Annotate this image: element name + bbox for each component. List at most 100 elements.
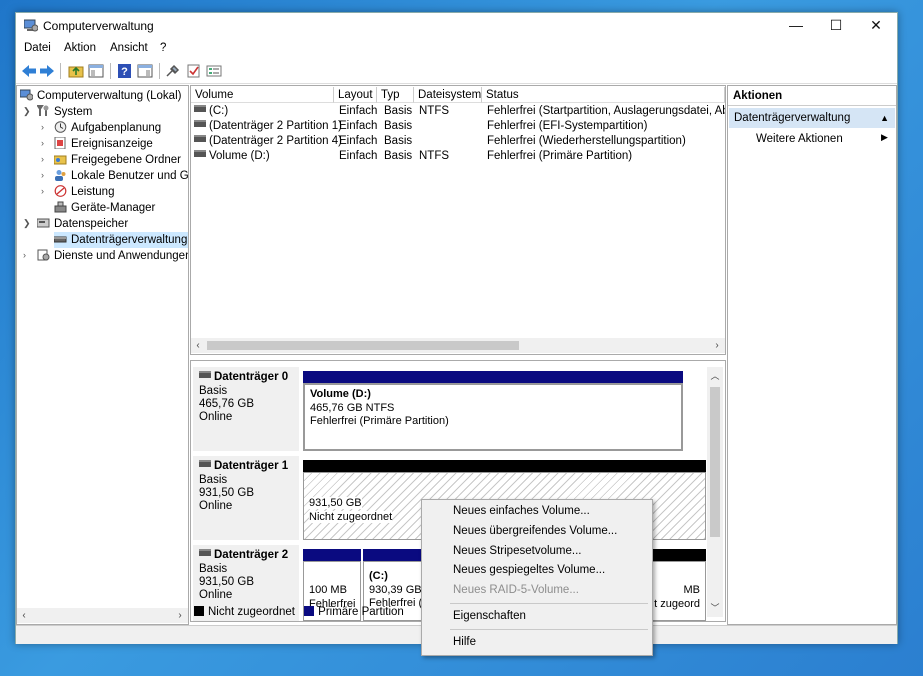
menu-datei[interactable]: Datei: [24, 42, 51, 54]
up-folder-icon[interactable]: [68, 64, 84, 78]
tree-item-ereignisanzeige[interactable]: Ereignisanzeige: [54, 136, 153, 152]
volume-icon: [194, 105, 206, 112]
toolbar-separator: [110, 63, 111, 79]
help-icon[interactable]: ?: [117, 64, 133, 78]
column-header-dateisystem[interactable]: Dateisystem: [414, 87, 482, 103]
scroll-right-arrow-icon[interactable]: ›: [173, 608, 187, 623]
tree-item-datentraegerverwaltung[interactable]: Datenträgerverwaltung: [54, 232, 188, 248]
submenu-triangle-icon: ▶: [881, 132, 888, 142]
forward-arrow-icon[interactable]: [39, 64, 55, 78]
primary-partition-band: [363, 549, 423, 561]
tree-item-geraete-manager[interactable]: Geräte-Manager: [54, 200, 155, 216]
menu-item-new-mirrored-volume[interactable]: Neues gespiegeltes Volume...: [453, 562, 605, 578]
menu-separator: [450, 629, 648, 630]
tree-item-system[interactable]: System: [37, 104, 92, 120]
column-header-layout[interactable]: Layout: [334, 87, 377, 103]
scroll-left-arrow-icon[interactable]: ‹: [17, 608, 31, 623]
expand-chevron-icon[interactable]: ›: [23, 250, 26, 260]
column-header-status[interactable]: Status: [482, 87, 725, 103]
expand-chevron-icon[interactable]: ›: [41, 122, 44, 132]
expand-chevron-icon[interactable]: ›: [41, 170, 44, 180]
action-weitere-aktionen[interactable]: Weitere Aktionen: [756, 131, 843, 147]
svg-text:?: ?: [121, 66, 128, 78]
scroll-right-arrow-icon[interactable]: ›: [710, 338, 724, 353]
menu-bar: Datei Aktion Ansicht ?: [16, 41, 897, 59]
expand-chevron-icon[interactable]: ›: [41, 186, 44, 196]
legend-primary-swatch: [304, 606, 315, 616]
tree-label: Datenspeicher: [54, 218, 129, 230]
tree-label: Dienste und Anwendungen: [54, 250, 189, 262]
minimize-button[interactable]: —: [776, 13, 816, 39]
disk-icon: [199, 549, 211, 556]
legend-unallocated-swatch: [194, 606, 204, 616]
tree-horizontal-scrollbar[interactable]: ‹ ›: [17, 608, 188, 623]
show-hide-tree-icon[interactable]: [88, 64, 104, 78]
disk-management-icon: [54, 236, 67, 243]
menu-help[interactable]: ?: [160, 42, 166, 54]
menu-item-new-simple-volume[interactable]: Neues einfaches Volume...: [453, 503, 590, 519]
disk-icon: [199, 371, 211, 378]
menu-item-new-spanned-volume[interactable]: Neues übergreifendes Volume...: [453, 523, 617, 539]
actions-section-datentraegerverwaltung[interactable]: Datenträgerverwaltung ▲: [729, 108, 895, 128]
table-row[interactable]: (Datenträger 2 Partition 1) Einfach Basi…: [194, 119, 724, 134]
menu-item-new-striped-volume[interactable]: Neues Stripesetvolume...: [453, 543, 581, 559]
tree-item-dienste[interactable]: Dienste und Anwendungen: [37, 248, 189, 264]
tree-item-benutzer[interactable]: Lokale Benutzer und Gr: [54, 168, 189, 184]
menu-ansicht[interactable]: Ansicht: [110, 42, 148, 54]
tree-label: Ereignisanzeige: [71, 138, 153, 150]
computer-management-icon: [20, 89, 33, 101]
partition-volume-d[interactable]: Volume (D:) 465,76 GB NTFS Fehlerfrei (P…: [303, 383, 683, 451]
tree-label: Freigegebene Ordner: [71, 154, 181, 166]
scroll-thumb[interactable]: [710, 387, 720, 537]
expand-chevron-icon[interactable]: ›: [41, 154, 44, 164]
partition-disk2-tail[interactable]: MB t zugeord: [646, 561, 706, 621]
collapse-chevron-icon[interactable]: ❯: [23, 106, 31, 117]
list-view-icon[interactable]: [206, 64, 222, 78]
disk-1-label[interactable]: Datenträger 1 Basis 931,50 GB Online: [193, 456, 299, 540]
console-tree: Computerverwaltung (Lokal) ❯ System › Au…: [16, 85, 189, 625]
disk-view-vertical-scrollbar[interactable]: ︿ ﹀: [707, 367, 723, 617]
toolbar-separator: [60, 63, 61, 79]
properties-window-icon[interactable]: [137, 64, 153, 78]
volume-list-horizontal-scrollbar[interactable]: ‹ ›: [191, 338, 725, 353]
table-row[interactable]: (C:) Einfach Basis NTFS Fehlerfrei (Star…: [194, 104, 725, 119]
volume-icon: [194, 120, 206, 127]
column-header-volume[interactable]: Volume: [191, 87, 334, 103]
column-header-typ[interactable]: Typ: [377, 87, 414, 103]
tree-item-leistung[interactable]: Leistung: [54, 184, 114, 200]
tree-item-freigaben[interactable]: Freigegebene Ordner: [54, 152, 181, 168]
disk-0-label[interactable]: Datenträger 0 Basis 465,76 GB Online: [193, 367, 299, 451]
connect-icon[interactable]: [165, 64, 181, 78]
event-viewer-icon: [54, 137, 66, 149]
tree-item-datenspeicher[interactable]: Datenspeicher: [37, 216, 128, 232]
title-bar: Computerverwaltung — ☐ ✕: [16, 13, 897, 39]
close-button[interactable]: ✕: [856, 13, 896, 39]
menu-item-help[interactable]: Hilfe: [453, 634, 476, 650]
actions-pane: Aktionen Datenträgerverwaltung ▲ Weitere…: [727, 85, 897, 625]
scroll-down-arrow-icon[interactable]: ﹀: [707, 601, 723, 615]
legend: Nicht zugeordnet Primäre Partition: [194, 605, 404, 620]
back-arrow-icon[interactable]: [21, 64, 37, 78]
volume-list: Volume Layout Typ Dateisystem Status (C:…: [190, 85, 726, 355]
disk-icon: [199, 460, 211, 467]
maximize-button[interactable]: ☐: [816, 13, 856, 39]
table-row[interactable]: (Datenträger 2 Partition 4) Einfach Basi…: [194, 134, 724, 149]
unallocated-band: [646, 549, 706, 561]
tree-item-root[interactable]: Computerverwaltung (Lokal): [20, 88, 181, 104]
expand-chevron-icon[interactable]: ›: [41, 138, 44, 148]
scroll-left-arrow-icon[interactable]: ‹: [191, 338, 205, 353]
menu-item-properties[interactable]: Eigenschaften: [453, 608, 526, 624]
tree-label: Lokale Benutzer und Gr: [71, 170, 189, 182]
shared-folder-icon: [54, 155, 67, 165]
scroll-thumb[interactable]: [207, 341, 519, 350]
primary-partition-band: [303, 371, 683, 383]
legend-unallocated-label: Nicht zugeordnet: [208, 606, 295, 618]
check-icon[interactable]: [186, 64, 202, 78]
tree-label: Datenträgerverwaltung: [71, 234, 188, 246]
collapse-chevron-icon[interactable]: ❯: [23, 218, 31, 229]
menu-aktion[interactable]: Aktion: [64, 42, 96, 54]
tree-item-aufgabenplanung[interactable]: Aufgabenplanung: [54, 120, 161, 136]
collapse-triangle-icon[interactable]: ▲: [880, 108, 889, 128]
table-row[interactable]: Volume (D:) Einfach Basis NTFS Fehlerfre…: [194, 149, 724, 164]
scroll-up-arrow-icon[interactable]: ︿: [707, 369, 723, 383]
